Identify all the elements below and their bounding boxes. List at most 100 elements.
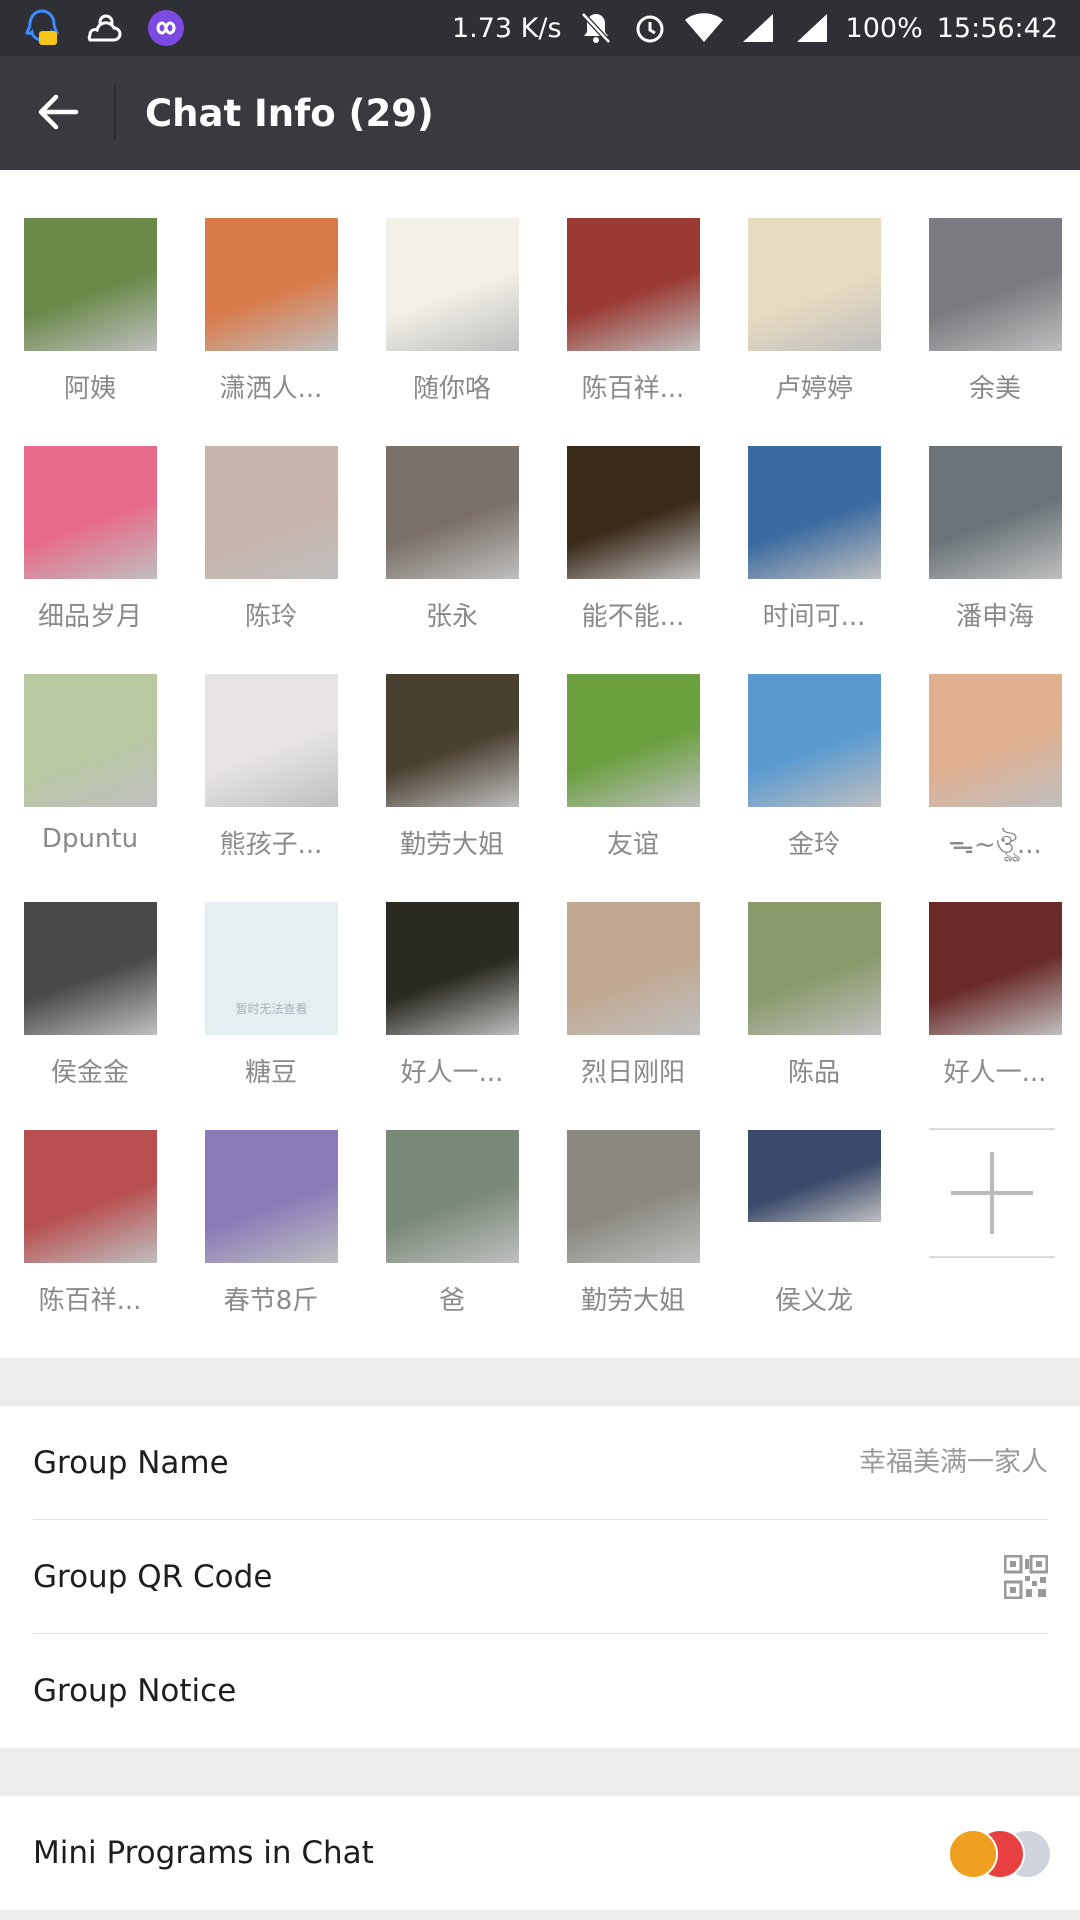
avatar xyxy=(929,446,1062,579)
member-name: 烈日刚阳 xyxy=(580,1058,685,1088)
group-name-row[interactable]: Group Name 幸福美满一家人 xyxy=(0,1406,1080,1520)
member-name: 时间可... xyxy=(762,602,866,632)
member-item[interactable]: 好人一... xyxy=(905,902,1065,1102)
group-qr-row[interactable]: Group QR Code xyxy=(0,1520,1080,1634)
member-item[interactable]: 烈日刚阳 xyxy=(543,902,703,1102)
avatar xyxy=(567,446,700,579)
avatar xyxy=(929,674,1062,807)
member-name: 好人一... xyxy=(943,1058,1047,1088)
member-name: 阿姨 xyxy=(63,374,116,404)
member-item[interactable]: 张永 xyxy=(362,446,522,646)
avatar xyxy=(748,218,881,351)
member-name: 卢婷婷 xyxy=(774,374,853,404)
weather-sun-cloud-icon xyxy=(84,8,124,48)
member-item[interactable]: 爸 xyxy=(362,1130,522,1330)
member-item[interactable]: 能不能... xyxy=(543,446,703,646)
member-name: 随你咯 xyxy=(412,374,491,404)
member-item[interactable]: 余美 xyxy=(905,218,1065,418)
avatar xyxy=(386,902,519,1035)
group-qr-label: Group QR Code xyxy=(33,1559,273,1595)
member-item[interactable]: Dpuntu xyxy=(0,674,160,874)
avatar xyxy=(386,446,519,579)
member-item[interactable]: 春节8斤 xyxy=(181,1130,341,1330)
avatar xyxy=(205,1130,338,1263)
avatar xyxy=(567,218,700,351)
member-name: 春节8斤 xyxy=(223,1286,319,1316)
member-name: 侯金金 xyxy=(50,1058,129,1088)
qr-code-icon xyxy=(1003,1554,1049,1600)
member-name: 友谊 xyxy=(606,830,659,860)
member-item[interactable]: 陈百祥... xyxy=(543,218,703,418)
mini-programs-row[interactable]: Mini Programs in Chat xyxy=(0,1796,1080,1910)
signal-icon-2 xyxy=(792,8,832,48)
battery-level: 100% xyxy=(845,12,923,44)
member-item[interactable]: 金玲 xyxy=(724,674,884,874)
avatar xyxy=(929,902,1062,1035)
avatar xyxy=(24,902,157,1035)
avatar xyxy=(567,1130,700,1263)
wifi-icon xyxy=(684,8,724,48)
avatar xyxy=(386,674,519,807)
member-name: 勤劳大姐 xyxy=(580,1286,685,1316)
member-name: 爸 xyxy=(438,1286,465,1316)
member-item[interactable]: 陈玲 xyxy=(181,446,341,646)
member-name: Dpuntu xyxy=(41,824,139,854)
member-item[interactable]: 细品岁月 xyxy=(0,446,160,646)
member-name: 糖豆 xyxy=(244,1058,297,1088)
member-name: 勤劳大姐 xyxy=(399,830,504,860)
member-item[interactable]: 卢婷婷 xyxy=(724,218,884,418)
group-name-value: 幸福美满一家人 xyxy=(859,1447,1048,1478)
avatar-placeholder-text: 暂时无法查看 xyxy=(235,1002,308,1016)
avatar xyxy=(748,674,881,807)
member-name: ᯓ~ঔৣ... xyxy=(948,830,1042,860)
member-item[interactable]: 潘申海 xyxy=(905,446,1065,646)
avatar xyxy=(386,218,519,351)
add-member-button[interactable] xyxy=(929,1128,1055,1258)
avatar xyxy=(24,674,157,807)
member-name: 陈品 xyxy=(787,1058,840,1088)
avatar xyxy=(929,218,1062,351)
member-name: 细品岁月 xyxy=(37,602,142,632)
mini-program-icons xyxy=(948,1829,1052,1879)
page-title: Chat Info (29) xyxy=(145,92,434,135)
member-item[interactable]: 侯金金 xyxy=(0,902,160,1102)
arrow-left-icon xyxy=(36,92,80,136)
status-bar: 1.73 K/s 100% 15:56:42 xyxy=(0,0,1080,56)
member-item[interactable]: 随你咯 xyxy=(362,218,522,418)
avatar xyxy=(24,446,157,579)
member-item[interactable]: 熊孩子... xyxy=(181,674,341,874)
member-item[interactable]: 陈百祥... xyxy=(0,1130,160,1330)
member-name: 好人一... xyxy=(400,1058,504,1088)
member-item[interactable]: 阿姨 xyxy=(0,218,160,418)
member-item[interactable]: 暂时无法查看 糖豆 xyxy=(181,902,341,1102)
member-name: 陈百祥... xyxy=(38,1286,142,1316)
member-item[interactable]: ᯓ~ঔৣ... xyxy=(905,674,1065,874)
member-item[interactable]: 陈品 xyxy=(724,902,884,1102)
qq-notification-icon xyxy=(22,8,62,48)
member-item[interactable]: 时间可... xyxy=(724,446,884,646)
member-item[interactable]: 侯义龙 xyxy=(724,1130,884,1330)
group-notice-label: Group Notice xyxy=(33,1673,237,1709)
section-gap xyxy=(0,1358,1080,1406)
network-speed: 1.73 K/s xyxy=(451,12,562,44)
back-button[interactable] xyxy=(30,86,86,142)
member-item[interactable]: 勤劳大姐 xyxy=(543,1130,703,1330)
group-notice-row[interactable]: Group Notice xyxy=(0,1634,1080,1748)
app-bar: Chat Info (29) xyxy=(0,56,1080,170)
clock: 15:56:42 xyxy=(936,12,1058,44)
avatar xyxy=(24,1130,157,1263)
member-item[interactable]: 好人一... xyxy=(362,902,522,1102)
member-name: 金玲 xyxy=(787,830,840,860)
member-item[interactable]: 潇洒人... xyxy=(181,218,341,418)
avatar xyxy=(205,218,338,351)
avatar xyxy=(567,902,700,1035)
signal-icon xyxy=(738,8,778,48)
member-item[interactable]: 勤劳大姐 xyxy=(362,674,522,874)
alarm-icon xyxy=(630,8,670,48)
member-name: 张永 xyxy=(425,602,478,632)
mute-bell-icon xyxy=(576,8,616,48)
member-item[interactable]: 友谊 xyxy=(543,674,703,874)
avatar xyxy=(748,1130,881,1222)
member-name: 余美 xyxy=(968,374,1021,404)
member-name: 潘申海 xyxy=(955,602,1034,632)
